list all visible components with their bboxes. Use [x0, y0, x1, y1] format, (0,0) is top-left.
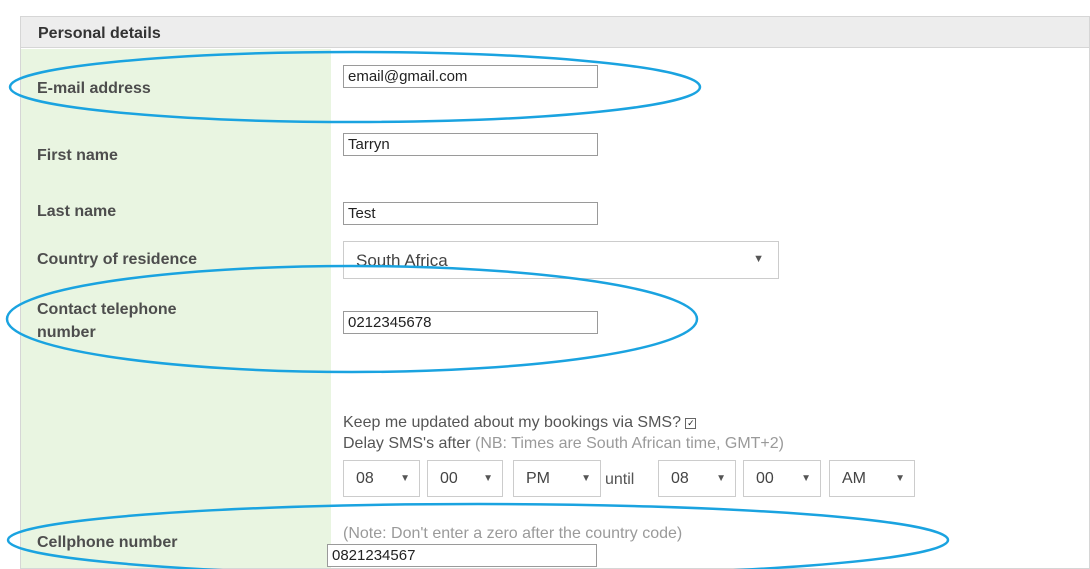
sms-updates-label: Keep me updated about my bookings via SM…	[343, 414, 681, 431]
cellphone-note: (Note: Don't enter a zero after the coun…	[343, 525, 683, 542]
sms-delay-row: Delay SMS's after (NB: Times are South A…	[343, 435, 784, 453]
to-ampm-value: AM	[842, 470, 866, 487]
first-name-label: First name	[37, 147, 118, 164]
from-hour-value: 08	[356, 470, 374, 487]
to-hour-value: 08	[671, 470, 689, 487]
panel-title: Personal details	[21, 17, 1089, 48]
cellphone-field[interactable]	[327, 544, 597, 567]
first-name-field[interactable]	[343, 133, 598, 156]
email-field[interactable]	[343, 65, 598, 88]
telephone-label-line2: number	[37, 324, 96, 341]
chevron-down-icon: ▼	[895, 473, 905, 484]
to-minute-select[interactable]: 00 ▼	[743, 460, 821, 497]
sms-updates-checkbox[interactable]: ✓	[685, 418, 697, 429]
from-minute-select[interactable]: 00 ▼	[427, 460, 503, 497]
from-ampm-select[interactable]: PM ▼	[513, 460, 601, 497]
personal-details-panel: Personal details E-mail address First na…	[20, 16, 1090, 569]
chevron-down-icon: ▼	[716, 473, 726, 484]
to-ampm-select[interactable]: AM ▼	[829, 460, 915, 497]
telephone-label-line1: Contact telephone	[37, 301, 177, 318]
sms-delay-label: Delay SMS's after	[343, 435, 471, 452]
email-label: E-mail address	[37, 80, 151, 97]
sms-updates-row: Keep me updated about my bookings via SM…	[343, 414, 697, 432]
last-name-label: Last name	[37, 203, 117, 220]
from-minute-value: 00	[440, 470, 458, 487]
sms-delay-note: (NB: Times are South African time, GMT+2…	[475, 435, 784, 452]
country-select[interactable]: South Africa ▼	[343, 241, 779, 279]
from-ampm-value: PM	[526, 470, 550, 487]
chevron-down-icon: ▼	[483, 473, 493, 484]
last-name-field[interactable]	[343, 202, 598, 225]
country-select-value: South Africa	[356, 251, 448, 270]
country-label: Country of residence	[37, 251, 198, 268]
cellphone-label: Cellphone number	[37, 534, 178, 551]
telephone-field[interactable]	[343, 311, 598, 334]
chevron-down-icon: ▼	[400, 473, 410, 484]
to-hour-select[interactable]: 08 ▼	[658, 460, 736, 497]
from-hour-select[interactable]: 08 ▼	[343, 460, 420, 497]
telephone-label: Contact telephone number	[37, 298, 177, 344]
until-label: until	[605, 471, 635, 488]
chevron-down-icon: ▼	[581, 473, 591, 484]
to-minute-value: 00	[756, 470, 774, 487]
chevron-down-icon: ▼	[753, 253, 764, 265]
chevron-down-icon: ▼	[801, 473, 811, 484]
